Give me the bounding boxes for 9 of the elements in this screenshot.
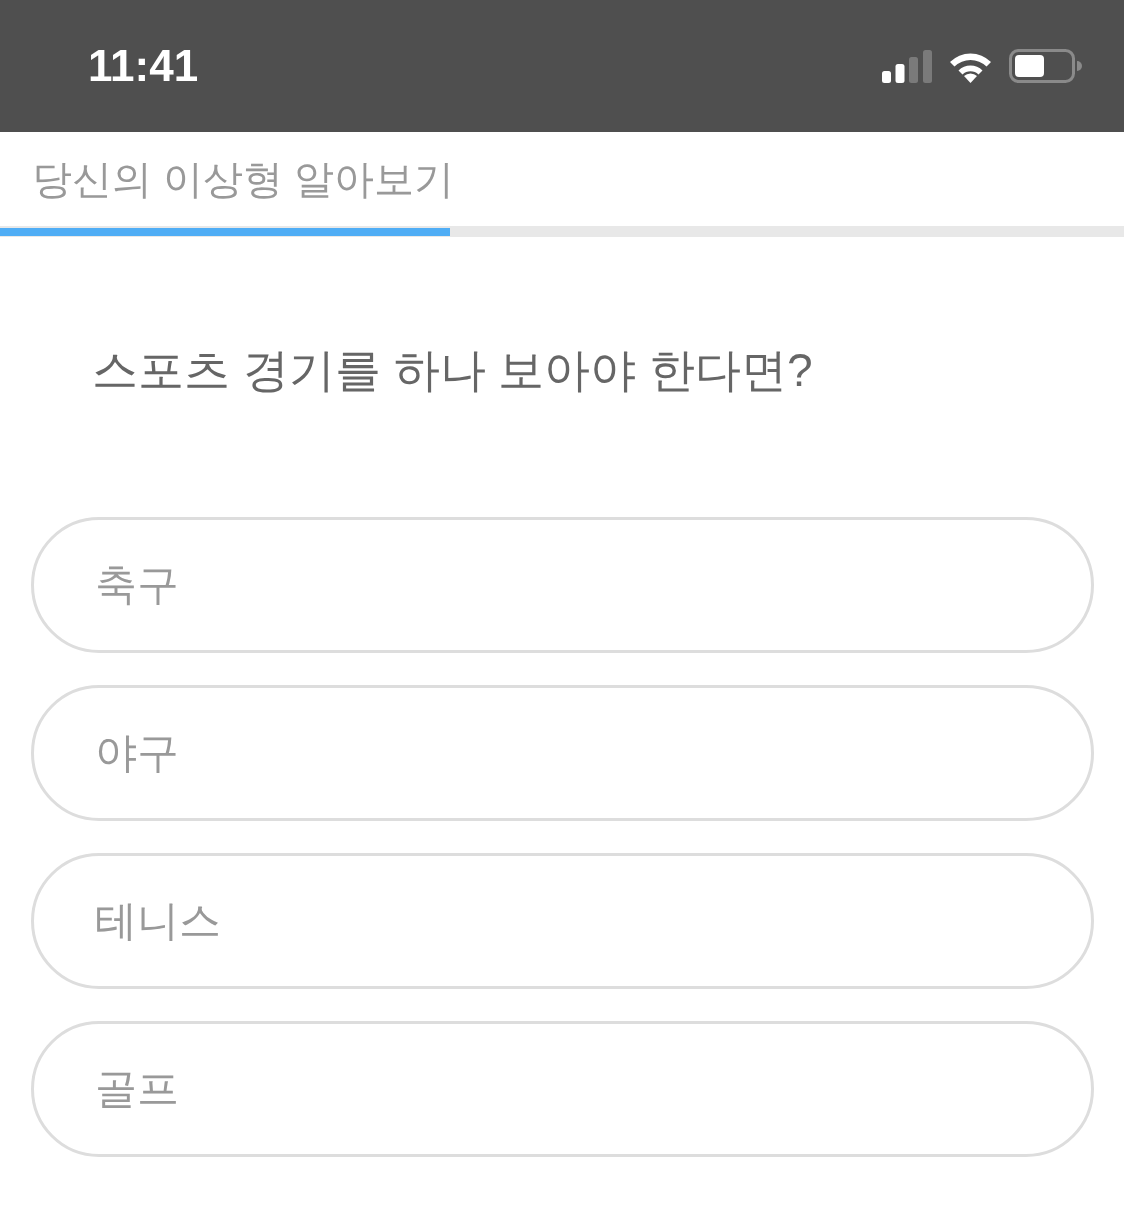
page-title: 당신의 이상형 알아보기 — [32, 159, 455, 199]
answer-option[interactable]: 테니스 — [31, 853, 1094, 989]
question-text: 스포츠 경기를 하나 보아야 한다면? — [92, 344, 813, 396]
answer-option[interactable]: 골프 — [31, 1021, 1094, 1157]
signal-icon — [882, 49, 932, 83]
answer-option[interactable]: 야구 — [31, 685, 1094, 821]
answer-option[interactable]: 축구 — [31, 517, 1094, 653]
status-time: 11:41 — [88, 44, 199, 88]
battery-icon — [1009, 49, 1082, 83]
